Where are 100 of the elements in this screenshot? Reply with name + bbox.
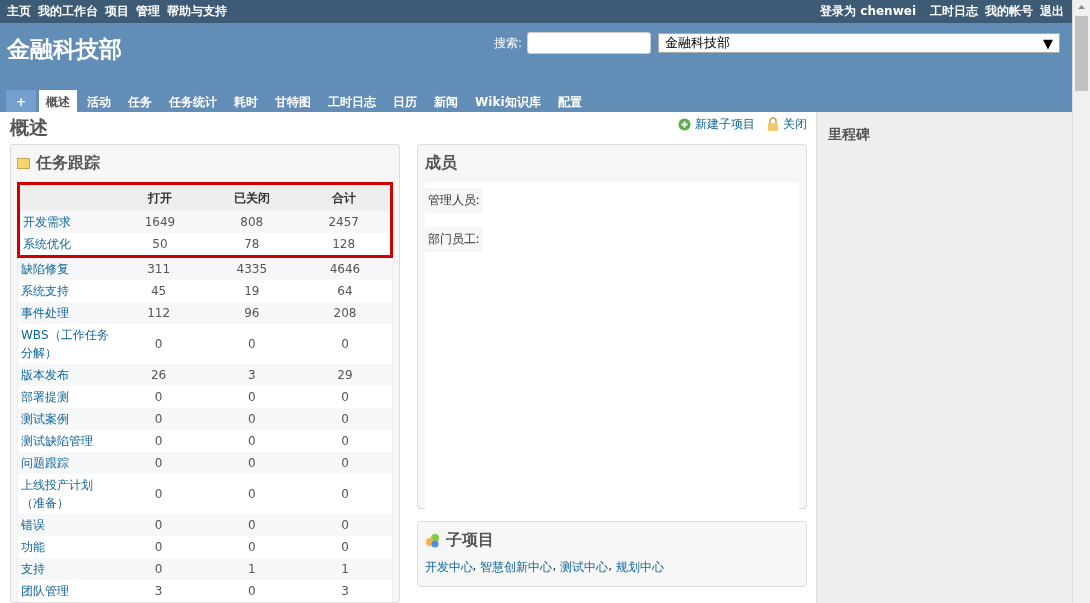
issue-count[interactable]: 0 bbox=[298, 337, 392, 351]
project-tab[interactable]: 日历 bbox=[386, 90, 425, 112]
top-menu-link[interactable]: 主页 bbox=[7, 3, 31, 20]
panel-title: 任务跟踪 bbox=[36, 153, 100, 174]
tracker-link[interactable]: 事件处理 bbox=[18, 302, 112, 324]
tracker-link[interactable]: WBS（工作任务分解） bbox=[18, 324, 112, 364]
issue-count[interactable]: 3 bbox=[112, 584, 206, 598]
top-menu-link[interactable]: 帮助与支持 bbox=[167, 3, 227, 20]
project-tab[interactable]: 工时日志 bbox=[321, 90, 384, 112]
tracker-link[interactable]: 缺陷修复 bbox=[18, 258, 112, 280]
issue-count[interactable]: 0 bbox=[298, 540, 392, 554]
tracker-link[interactable]: 测试案例 bbox=[18, 408, 112, 430]
top-menu-link[interactable]: 项目 bbox=[105, 3, 129, 20]
issue-count[interactable]: 0 bbox=[112, 390, 206, 404]
subproject-link[interactable]: 规划中心 bbox=[616, 559, 665, 576]
issue-count[interactable]: 208 bbox=[298, 306, 392, 320]
issue-count[interactable]: 808 bbox=[205, 215, 298, 229]
issue-count[interactable]: 0 bbox=[205, 518, 299, 532]
scrollbar[interactable] bbox=[1072, 0, 1090, 603]
search-field[interactable] bbox=[527, 32, 651, 54]
issue-count[interactable]: 0 bbox=[205, 456, 299, 470]
project-tab[interactable]: Wiki知识库 bbox=[468, 90, 548, 112]
tracker-link[interactable]: 系统优化 bbox=[20, 233, 114, 255]
issue-count[interactable]: 0 bbox=[112, 456, 206, 470]
issue-count[interactable]: 50 bbox=[114, 237, 206, 251]
subproject-link[interactable]: 开发中心 bbox=[424, 559, 473, 576]
issue-count[interactable]: 112 bbox=[112, 306, 206, 320]
tracker-link[interactable]: 开发需求 bbox=[20, 211, 114, 233]
issue-count[interactable]: 1 bbox=[205, 562, 299, 576]
issue-count[interactable]: 0 bbox=[112, 434, 206, 448]
tracker-link[interactable]: 系统支持 bbox=[18, 280, 112, 302]
project-tab[interactable]: 甘特图 bbox=[268, 90, 319, 112]
close-project-link[interactable]: 关闭 bbox=[767, 115, 807, 133]
issue-count[interactable]: 4646 bbox=[298, 262, 392, 276]
issue-count[interactable]: 26 bbox=[112, 368, 206, 382]
tracker-link[interactable]: 支持 bbox=[18, 558, 112, 580]
issue-count[interactable]: 3 bbox=[205, 368, 299, 382]
scrollbar-thumb[interactable] bbox=[1075, 16, 1088, 91]
issue-count[interactable]: 19 bbox=[205, 284, 299, 298]
add-icon bbox=[678, 117, 691, 131]
issue-count[interactable]: 0 bbox=[298, 518, 392, 532]
issue-count[interactable]: 128 bbox=[297, 237, 390, 251]
project-title: 金融科技部 bbox=[7, 35, 122, 64]
issue-count[interactable]: 0 bbox=[205, 390, 299, 404]
tracker-link[interactable]: 错误 bbox=[18, 514, 112, 536]
tracker-link[interactable]: 问题跟踪 bbox=[18, 452, 112, 474]
issue-count[interactable]: 29 bbox=[298, 368, 392, 382]
issue-count[interactable]: 0 bbox=[112, 518, 206, 532]
issue-count[interactable]: 0 bbox=[112, 412, 206, 426]
issue-count[interactable]: 0 bbox=[205, 412, 299, 426]
column-header: 合计 bbox=[330, 189, 357, 207]
project-select[interactable]: 金融科技部 ▼ bbox=[658, 33, 1060, 53]
issue-count[interactable]: 0 bbox=[298, 434, 392, 448]
issue-count[interactable]: 0 bbox=[298, 412, 392, 426]
project-tab[interactable]: 任务 bbox=[121, 90, 160, 112]
issue-count[interactable]: 96 bbox=[205, 306, 299, 320]
project-tab[interactable]: 新闻 bbox=[427, 90, 466, 112]
project-tab[interactable]: 耗时 bbox=[227, 90, 266, 112]
tracker-link[interactable]: 上线投产计划（准备） bbox=[18, 474, 112, 514]
issue-count[interactable]: 0 bbox=[298, 487, 392, 501]
issue-count[interactable]: 0 bbox=[298, 390, 392, 404]
issue-count[interactable]: 0 bbox=[205, 487, 299, 501]
issue-count[interactable]: 0 bbox=[112, 562, 206, 576]
issue-count[interactable]: 1 bbox=[298, 562, 392, 576]
issue-count[interactable]: 3 bbox=[298, 584, 392, 598]
sidebar-title: 里程碑 bbox=[828, 126, 871, 144]
issue-count[interactable]: 0 bbox=[112, 540, 206, 554]
issue-count[interactable]: 0 bbox=[205, 337, 299, 351]
role-label: 部门员工: bbox=[424, 227, 483, 252]
top-menu-link[interactable]: 我的工作台 bbox=[38, 3, 98, 20]
top-menu-link[interactable]: 管理 bbox=[136, 3, 160, 20]
issue-count[interactable]: 0 bbox=[112, 487, 206, 501]
folder-icon bbox=[17, 158, 30, 169]
project-tab[interactable]: 活动 bbox=[80, 90, 119, 112]
page-title: 概述 bbox=[10, 115, 48, 140]
separator: , bbox=[608, 559, 613, 575]
tracker-link[interactable]: 团队管理 bbox=[18, 580, 112, 602]
project-tab[interactable]: 配置 bbox=[550, 90, 589, 112]
issue-count[interactable]: 64 bbox=[298, 284, 392, 298]
issue-count[interactable]: 0 bbox=[112, 337, 206, 351]
new-subproject-link[interactable]: 新建子项目 bbox=[678, 115, 755, 133]
issue-count[interactable]: 45 bbox=[112, 284, 206, 298]
tracker-link[interactable]: 部署提测 bbox=[18, 386, 112, 408]
tracker-link[interactable]: 功能 bbox=[18, 536, 112, 558]
issue-count[interactable]: 1649 bbox=[114, 215, 206, 229]
top-menu-link[interactable]: 退出 bbox=[1040, 3, 1064, 20]
issue-count[interactable]: 0 bbox=[298, 456, 392, 470]
issue-count[interactable]: 0 bbox=[205, 540, 299, 554]
issue-count[interactable]: 311 bbox=[112, 262, 206, 276]
issue-count[interactable]: 2457 bbox=[297, 215, 390, 229]
tracker-link[interactable]: 版本发布 bbox=[18, 364, 112, 386]
top-menu-link[interactable]: 我的帐号 bbox=[985, 3, 1033, 20]
top-menu-link[interactable]: 工时日志 bbox=[930, 3, 978, 20]
tracker-link[interactable]: 测试缺陷管理 bbox=[18, 430, 112, 452]
project-tab[interactable]: 概述 bbox=[39, 90, 78, 112]
issue-count[interactable]: 0 bbox=[205, 434, 299, 448]
issue-count[interactable]: 78 bbox=[205, 237, 298, 251]
project-tab[interactable]: 任务统计 bbox=[162, 90, 225, 112]
issue-count[interactable]: 0 bbox=[205, 584, 299, 598]
issue-count[interactable]: 4335 bbox=[205, 262, 299, 276]
